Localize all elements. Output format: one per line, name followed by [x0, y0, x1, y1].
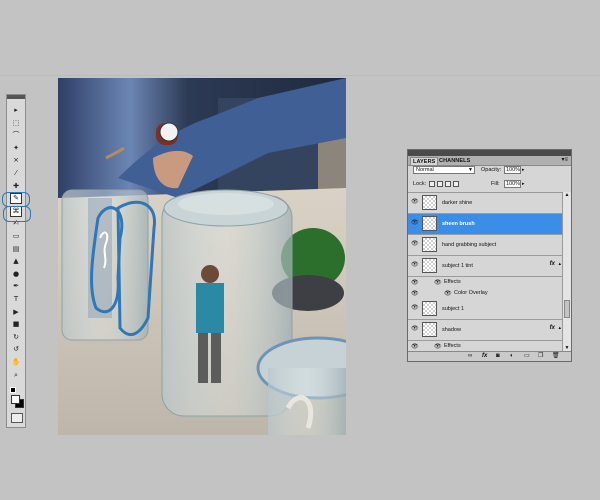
zoom-icon[interactable]: ⌕ — [10, 370, 22, 381]
layer-row[interactable]: 👁 subject 1 — [408, 299, 563, 320]
path-select-icon[interactable]: ▶ — [10, 307, 22, 318]
layer-name: hand grabbing subject — [442, 242, 497, 248]
layer-thumbnail — [422, 322, 437, 337]
blend-mode-value: Normal — [416, 167, 434, 173]
toolbox-grip[interactable] — [7, 95, 25, 99]
scroll-thumb[interactable] — [564, 300, 570, 318]
tab-channels[interactable]: CHANNELS — [437, 157, 472, 165]
lock-transparent-icon[interactable] — [429, 181, 435, 187]
shape-icon[interactable]: ■ — [10, 319, 22, 330]
visibility-eye-icon[interactable]: 👁 — [411, 199, 419, 205]
layer-row[interactable]: 👁 darker shine — [408, 193, 563, 214]
layer-name: sheen brush — [442, 221, 475, 227]
blur-icon[interactable]: ▲ — [10, 256, 22, 267]
effects-toggle-icon[interactable]: ▴ — [558, 261, 561, 267]
adjustment-icon[interactable]: ◐ — [510, 353, 514, 360]
quick-select-icon[interactable]: ✦ — [10, 143, 22, 154]
eraser-icon[interactable]: ▭ — [10, 231, 22, 242]
layer-thumbnail — [422, 258, 437, 273]
panel-menu-icon[interactable]: ▾≡ — [561, 157, 568, 164]
visibility-eye-icon[interactable]: 👁 — [411, 305, 419, 311]
3d-orbit-icon[interactable]: ↺ — [10, 344, 22, 355]
effects-toggle-icon[interactable]: ▴ — [558, 325, 561, 331]
eyedropper-icon[interactable]: ⁄ — [10, 168, 22, 179]
layer-fx-icon[interactable]: fx — [550, 261, 555, 267]
canvas-photo — [58, 78, 346, 435]
visibility-eye-icon[interactable]: 👁 — [411, 262, 419, 268]
layer-fx-icon[interactable]: fx — [550, 325, 555, 331]
effect-name: Effects — [444, 279, 461, 285]
visibility-eye-icon[interactable]: 👁 — [411, 241, 419, 247]
foreground-color-swatch[interactable] — [11, 395, 20, 404]
new-layer-icon[interactable]: ❐ — [538, 353, 543, 360]
opacity-field[interactable]: 100% — [504, 166, 521, 174]
dodge-icon[interactable]: ● — [10, 269, 22, 280]
fill-field[interactable]: 100% — [504, 180, 521, 188]
visibility-eye-icon[interactable]: 👁 — [411, 344, 419, 350]
layers-panel: LAYERS CHANNELS ▾≡ Normal ▼ Opacity: 100… — [407, 149, 572, 362]
opacity-label: Opacity: — [481, 167, 502, 173]
lock-image-icon[interactable] — [437, 181, 443, 187]
default-colors-icon[interactable] — [10, 387, 16, 393]
gradient-icon[interactable]: ▤ — [10, 244, 22, 255]
link-icon[interactable]: ∞ — [468, 353, 472, 360]
type-icon[interactable]: T — [10, 294, 22, 305]
lock-position-icon[interactable] — [445, 181, 451, 187]
layer-thumbnail — [422, 195, 437, 210]
ruler-guide-line — [0, 75, 600, 76]
layer-thumbnail — [422, 301, 437, 316]
effect-visibility-icon[interactable]: 👁 — [434, 343, 442, 350]
blend-mode-select[interactable]: Normal ▼ — [413, 166, 475, 174]
layer-thumbnail — [422, 216, 437, 231]
effects-row[interactable]: 👁 👁 Effects — [408, 277, 563, 288]
quick-mask-icon[interactable] — [11, 413, 23, 423]
effect-row[interactable]: 👁👁Color Overlay — [408, 288, 563, 299]
layer-row[interactable]: 👁 shadow fx ▴ — [408, 320, 563, 341]
fill-slider-arrow-icon[interactable]: ▸ — [522, 180, 525, 188]
healing-brush-icon[interactable]: ✚ — [10, 181, 22, 192]
folder-icon[interactable]: ▭ — [524, 353, 530, 360]
layer-row[interactable]: 👁 subject 1 tint fx ▴ — [408, 256, 563, 277]
effect-visibility-icon[interactable]: 👁 — [434, 279, 442, 286]
layer-thumbnail — [422, 237, 437, 252]
crop-icon[interactable]: ⨯ — [10, 155, 22, 166]
hand-icon[interactable]: ✋ — [10, 357, 22, 368]
fx-icon[interactable]: fx — [482, 353, 487, 360]
tab-layers[interactable]: LAYERS — [410, 157, 439, 165]
trash-icon[interactable]: 🗑 — [552, 353, 560, 360]
tools-panel: ▸ ⬚ ⌒ ✦ ⨯ ⁄ ✚ ✎ ⌘ ✍ ▭ ▤ ▲ ● ✒ T ▶ ■ ↻ ↺ ✋ ⌕ — [6, 94, 26, 428]
3d-rotate-icon[interactable]: ↻ — [10, 332, 22, 343]
effect-name: Color Overlay — [454, 290, 488, 296]
visibility-eye-icon[interactable]: 👁 — [411, 280, 419, 286]
layer-name: subject 1 tint — [442, 263, 473, 269]
layer-row[interactable]: 👁 sheen brush — [408, 214, 563, 235]
effect-visibility-icon[interactable]: 👁 — [444, 290, 452, 297]
visibility-eye-icon[interactable]: 👁 — [411, 326, 419, 332]
opacity-slider-arrow-icon[interactable]: ▸ — [522, 166, 525, 174]
hand-drawn-circle-annotation — [3, 206, 31, 222]
layer-name: shadow — [442, 327, 461, 333]
fill-label: Fill: — [491, 181, 500, 187]
lasso-icon[interactable]: ⌒ — [10, 130, 22, 141]
layer-name: darker shine — [442, 200, 473, 206]
pen-icon[interactable]: ✒ — [10, 281, 22, 292]
document-canvas[interactable] — [58, 78, 346, 435]
marquee-icon[interactable]: ⬚ — [10, 118, 22, 129]
layers-list: 👁 darker shine 👁 sheen brush 👁 hand grabbing … — [408, 192, 563, 353]
layers-scrollbar[interactable]: ▲ ▼ — [562, 192, 571, 352]
chevron-down-icon: ▼ — [468, 167, 473, 173]
layers-bottom-bar: ∞ fx ◙ ◐ ▭ ❐ 🗑 — [408, 351, 571, 361]
layer-row[interactable]: 👁 hand grabbing subject — [408, 235, 563, 256]
lock-all-icon[interactable] — [453, 181, 459, 187]
mask-icon[interactable]: ◙ — [496, 353, 500, 360]
hand-drawn-circle-annotation — [2, 192, 30, 207]
lock-label: Lock: — [413, 181, 427, 187]
panel-tabs: LAYERS CHANNELS ▾≡ — [408, 156, 571, 166]
effect-name: Effects — [444, 343, 461, 349]
visibility-eye-icon[interactable]: 👁 — [411, 291, 419, 297]
scroll-up-icon[interactable]: ▲ — [563, 192, 571, 199]
move-icon[interactable]: ▸ — [10, 105, 22, 116]
layer-name: subject 1 — [442, 306, 465, 312]
visibility-eye-icon[interactable]: 👁 — [411, 220, 419, 226]
